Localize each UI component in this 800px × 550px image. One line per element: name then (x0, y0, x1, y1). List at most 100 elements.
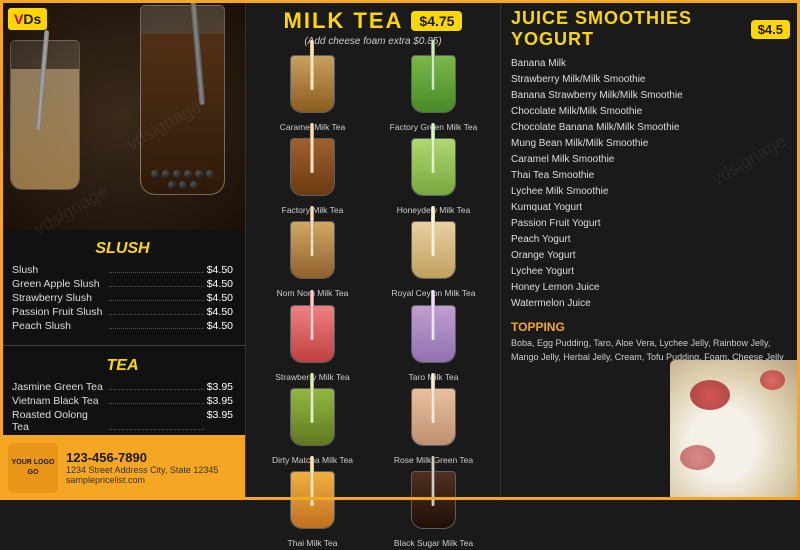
drink-cup (406, 471, 461, 536)
slush-item-price: $4.50 (207, 292, 233, 304)
slush-item-dots (109, 264, 203, 273)
drink-cup (406, 55, 461, 120)
yogurt-topping2 (760, 370, 785, 390)
yogurt-topping3 (680, 445, 715, 470)
slush-item: Passion Fruit Slush $4.50 (12, 306, 233, 318)
drink-cup (285, 471, 340, 536)
contact-info: 123-456-7890 1234 Street Address City, S… (66, 450, 237, 485)
tea-title: TEA (12, 357, 233, 375)
slush-item-price: $4.50 (207, 278, 233, 290)
slush-item: Green Apple Slush $4.50 (12, 278, 233, 290)
tea-item: Jasmine Green Tea $3.95 (12, 381, 233, 393)
slush-section: SLUSH Slush $4.50 Green Apple Slush $4.5… (0, 230, 245, 339)
drink-item: Factory Green Milk Tea (375, 55, 492, 132)
topping-section: TOPPING Boba, Egg Pudding, Taro, Aloe Ve… (511, 320, 790, 364)
tea-item-name: Vietnam Black Tea (12, 395, 106, 407)
tea-item-dots (109, 409, 203, 430)
left-panel: VDs vdsignage SLUSH Slush $4.50 Green Ap… (0, 0, 245, 500)
juice-list: Banana MilkStrawberry Milk/Milk Smoothie… (511, 56, 790, 312)
cup-straw (431, 206, 435, 256)
juice-item: Orange Yogurt (511, 248, 790, 264)
hero-image: VDs vdsignage (0, 0, 245, 230)
juice-item: Mung Bean Milk/Milk Smoothie (511, 136, 790, 152)
juice-item: Lychee Yogurt (511, 264, 790, 280)
juice-header: JUICE SMOOTHIES YOGURT $4.5 (511, 8, 790, 50)
logo-placeholder: YOUR LOGO GO (8, 458, 58, 476)
drink-cup (406, 388, 461, 453)
milk-tea-header: MILK TEA $4.75 (254, 8, 492, 34)
drink-item: Royal Ceylon Milk Tea (375, 221, 492, 298)
drink-item: Nom Nom Milk Tea (254, 221, 371, 298)
slush-items: Slush $4.50 Green Apple Slush $4.50 Stra… (12, 264, 233, 332)
slush-item-price: $4.50 (207, 320, 233, 332)
slush-item-name: Peach Slush (12, 320, 106, 332)
drink-name: Thai Milk Tea (288, 538, 338, 548)
logo-ds: Ds (23, 11, 41, 27)
second-drink (10, 40, 80, 200)
boba-glass (140, 5, 225, 195)
logo-text: V (14, 11, 23, 27)
drink-item: Taro Milk Tea (375, 305, 492, 382)
juice-item: Chocolate Banana Milk/Milk Smoothie (511, 120, 790, 136)
slush-item: Slush $4.50 (12, 264, 233, 276)
contact-address: 1234 Street Address City, State 12345 (66, 465, 237, 475)
drinks-grid: Caramel Milk Tea Factory Green Milk Tea … (254, 55, 492, 550)
juice-item: Kumquat Yogurt (511, 200, 790, 216)
drink-cup (406, 138, 461, 203)
tea-item-dots (109, 395, 203, 404)
slush-item-name: Green Apple Slush (12, 278, 106, 290)
tea-item-price: $3.95 (207, 395, 233, 407)
divider (0, 345, 245, 346)
drink-item: Rose Milk Green Tea (375, 388, 492, 465)
middle-panel: MILK TEA $4.75 (Add cheese foam extra $0… (245, 0, 500, 500)
slush-item-price: $4.50 (207, 306, 233, 318)
slush-item-price: $4.50 (207, 264, 233, 276)
contact-bar: YOUR LOGO GO 123-456-7890 1234 Street Ad… (0, 435, 245, 500)
main-container: VDs vdsignage SLUSH Slush $4.50 Green Ap… (0, 0, 800, 500)
cup-straw (310, 206, 314, 256)
slush-item-dots (109, 292, 203, 301)
cup-straw (431, 373, 435, 423)
juice-item: Banana Milk (511, 56, 790, 72)
juice-item: Thai Tea Smoothie (511, 168, 790, 184)
drink-cup (285, 388, 340, 453)
cup-straw (431, 40, 435, 90)
your-logo-box: YOUR LOGO GO (8, 443, 58, 493)
drink-cup (285, 138, 340, 203)
slush-item-dots (109, 306, 203, 315)
tea-item-price: $3.95 (207, 381, 233, 393)
slush-title: SLUSH (12, 240, 233, 258)
drink-cup (406, 305, 461, 370)
contact-website: samplepricelist.com (66, 475, 237, 485)
drink-name: Black Sugar Milk Tea (394, 538, 473, 548)
cup-straw (431, 456, 435, 506)
cup-straw (431, 123, 435, 173)
drink-item: Caramel Milk Tea (254, 55, 371, 132)
drink-item: Black Sugar Milk Tea (375, 471, 492, 548)
cup-straw (310, 290, 314, 340)
tea-item-name: Roasted Oolong Tea (12, 409, 106, 433)
right-panel: JUICE SMOOTHIES YOGURT $4.5 Banana MilkS… (500, 0, 800, 500)
tea-item-dots (109, 381, 203, 390)
tea-item: Roasted Oolong Tea $3.95 (12, 409, 233, 433)
drink-cup (285, 55, 340, 120)
cup-straw (310, 456, 314, 506)
slush-item-name: Strawberry Slush (12, 292, 106, 304)
tea-item-name: Jasmine Green Tea (12, 381, 106, 393)
milk-tea-price: $4.75 (411, 11, 462, 31)
cheese-foam-note: (Add cheese foam extra $0.85) (254, 36, 492, 47)
cup-straw (431, 290, 435, 340)
cup-straw (310, 123, 314, 173)
juice-item: Lychee Milk Smoothie (511, 184, 790, 200)
slush-item-dots (109, 320, 203, 329)
tea-item-price: $3.95 (207, 409, 233, 433)
yogurt-bowl (670, 360, 800, 500)
cup-straw (310, 40, 314, 90)
drink-item: Thai Milk Tea (254, 471, 371, 548)
drink-cup (285, 305, 340, 370)
juice-item: Strawberry Milk/Milk Smoothie (511, 72, 790, 88)
milk-tea-title: MILK TEA (284, 8, 404, 34)
drink-item: Strawberry Milk Tea (254, 305, 371, 382)
juice-item: Watermelon Juice (511, 296, 790, 312)
cup-straw (310, 373, 314, 423)
